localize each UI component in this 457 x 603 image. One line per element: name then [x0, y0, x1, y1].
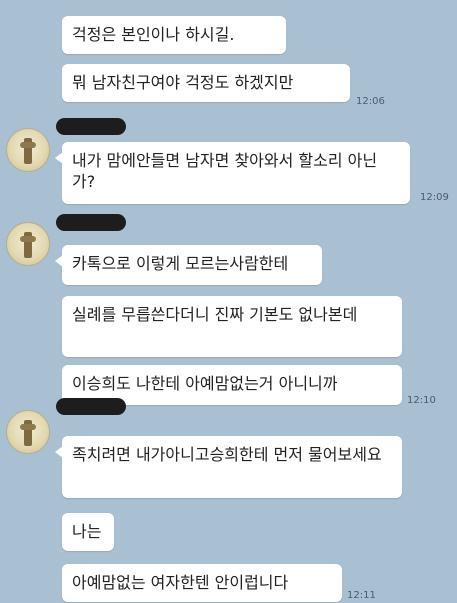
message-bubble[interactable]: 나는 [62, 513, 114, 551]
message-time: 12:09 [420, 192, 449, 203]
avatar[interactable] [6, 128, 50, 172]
redacted-sender-name [56, 118, 126, 135]
message-text: 아예맘없는 여자한텐 안이럽니다 [72, 573, 289, 592]
message-text: 나는 [72, 522, 102, 541]
message-bubble[interactable]: 뭐 남자친구여야 걱정도 하겠지만 [62, 64, 350, 102]
message-time: 12:11 [347, 590, 376, 601]
message-bubble[interactable]: 실례를 무릅쓴다더니 진짜 기본도 없나본데 [62, 296, 402, 357]
message-bubble[interactable]: 카톡으로 이렇게 모르는사람한테 [55, 245, 322, 285]
message-text: 내가 맘에안들면 남자면 찾아와서 할소리 아닌가? [72, 151, 378, 191]
avatar[interactable] [6, 410, 50, 454]
message-text: 걱정은 본인이나 하시길. [72, 25, 235, 44]
message-bubble[interactable]: 걱정은 본인이나 하시길. [62, 16, 286, 54]
message-bubble[interactable]: 내가 맘에안들면 남자면 찾아와서 할소리 아닌가? [55, 142, 410, 204]
redacted-sender-name [56, 214, 126, 231]
message-bubble[interactable]: 아예맘없는 여자한텐 안이럽니다 [62, 564, 342, 602]
message-time: 12:06 [356, 96, 385, 107]
message-text: 족치려면 내가아니고승희한테 먼저 물어보세요 [72, 445, 382, 464]
redacted-sender-name [56, 398, 126, 415]
message-text: 뭐 남자친구여야 걱정도 하겠지만 [72, 73, 294, 92]
message-bubble[interactable]: 족치려면 내가아니고승희한테 먼저 물어보세요 [55, 436, 402, 498]
message-text: 카톡으로 이렇게 모르는사람한테 [72, 254, 289, 273]
message-time: 12:10 [407, 395, 436, 406]
chat-window: 걱정은 본인이나 하시길. 뭐 남자친구여야 걱정도 하겠지만 12:06 내가… [0, 0, 457, 603]
avatar[interactable] [6, 222, 50, 266]
message-text: 이승희도 나한테 아예맘없는거 아니니까 [72, 374, 338, 393]
message-text: 실례를 무릅쓴다더니 진짜 기본도 없나본데 [72, 305, 358, 324]
